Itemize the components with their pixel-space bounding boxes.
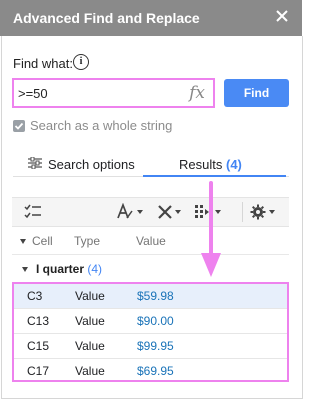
row-cell: C13 [27, 314, 50, 328]
row-value: $90.00 [137, 314, 174, 328]
results-list: C3 Value $59.98 C13 Value $90.00 C15 Val… [12, 282, 289, 382]
tab-results[interactable]: Results (4) [179, 157, 242, 172]
column-type[interactable]: Type [74, 234, 100, 248]
find-what-label: Find what: [13, 56, 73, 71]
group-count: (4) [87, 262, 103, 276]
results-toolbar [12, 197, 289, 227]
chevron-down-icon [175, 210, 181, 214]
collapse-triangle-icon[interactable] [22, 267, 28, 272]
row-type: Value [75, 364, 105, 378]
whole-string-label: Search as a whole string [30, 118, 173, 133]
settings-icon[interactable] [250, 202, 275, 222]
table-row[interactable]: C17 Value $69.95 [14, 359, 287, 383]
chevron-down-icon [269, 210, 275, 214]
column-header-row: Cell Type Value [12, 227, 289, 255]
text-format-icon[interactable] [116, 202, 143, 222]
info-icon[interactable]: i [73, 54, 89, 70]
active-tab-indicator [143, 175, 286, 177]
window-title: Advanced Find and Replace [13, 10, 200, 26]
toolbar-separator [242, 202, 243, 222]
table-row[interactable]: C3 Value $59.98 [14, 284, 287, 308]
find-what-input[interactable] [18, 84, 178, 102]
close-icon[interactable] [272, 6, 292, 26]
group-name: I quarter (4) [36, 262, 103, 276]
group-row[interactable]: I quarter (4) [12, 256, 289, 282]
tab-results-count: (4) [225, 157, 242, 172]
select-all-icon[interactable] [24, 202, 42, 222]
title-bar: Advanced Find and Replace [0, 0, 302, 36]
tab-search-options[interactable]: Search options [28, 156, 135, 172]
row-value: $59.98 [137, 289, 174, 303]
sliders-icon [28, 156, 42, 172]
table-row[interactable]: C15 Value $99.95 [14, 334, 287, 358]
delete-icon[interactable] [158, 202, 181, 222]
row-cell: C17 [27, 364, 50, 378]
sort-triangle-icon[interactable] [20, 239, 26, 244]
column-cell[interactable]: Cell [32, 234, 53, 248]
whole-string-option[interactable]: Search as a whole string [13, 118, 172, 133]
table-row[interactable]: C13 Value $90.00 [14, 309, 287, 333]
row-value: $99.95 [137, 339, 174, 353]
tab-results-label: Results [179, 157, 223, 172]
formula-icon[interactable]: fx [189, 83, 205, 103]
find-button[interactable]: Find [224, 79, 289, 107]
row-value: $69.95 [137, 364, 174, 378]
column-value[interactable]: Value [136, 234, 166, 248]
row-cell: C15 [27, 339, 50, 353]
annotation-arrow-icon [196, 181, 226, 284]
row-type: Value [75, 339, 105, 353]
row-type: Value [75, 314, 105, 328]
row-cell: C3 [27, 289, 43, 303]
row-type: Value [75, 289, 105, 303]
tab-search-options-label: Search options [48, 157, 135, 172]
find-what-field[interactable]: fx [12, 78, 215, 108]
chevron-down-icon [137, 210, 143, 214]
whole-string-checkbox[interactable] [13, 119, 25, 132]
